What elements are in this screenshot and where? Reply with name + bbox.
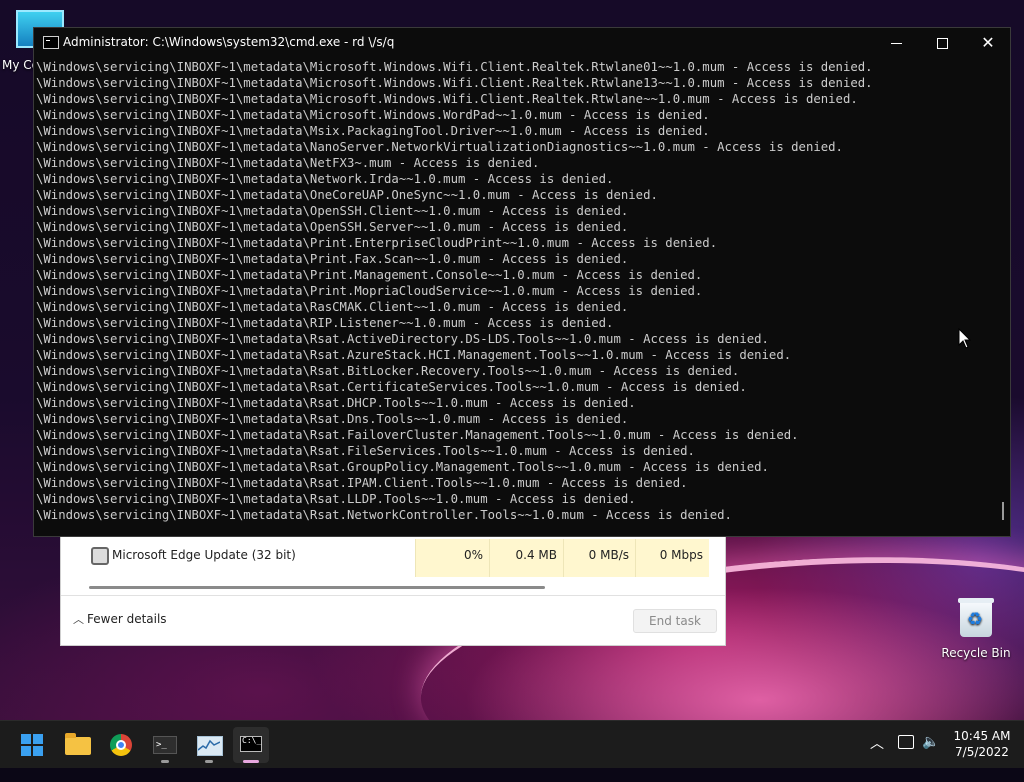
recycle-bin-icon: ♻ [958,598,994,638]
show-hidden-icons-chevron-icon[interactable]: ︿ [870,733,884,781]
console-line: \Windows\servicing\INBOXF~1\metadata\Rsa… [36,476,688,490]
console-line: \Windows\servicing\INBOXF~1\metadata\Rsa… [36,508,732,522]
process-cpu: 0% [415,539,489,577]
console-line: \Windows\servicing\INBOXF~1\metadata\Rsa… [36,396,636,410]
terminal-button[interactable]: >_ [147,727,183,763]
volume-icon[interactable]: 🔈 [922,734,939,782]
title-bar[interactable]: Administrator: C:\Windows\system32\cmd.e… [34,28,1010,58]
console-line: \Windows\servicing\INBOXF~1\metadata\Rsa… [36,348,792,362]
console-line: \Windows\servicing\INBOXF~1\metadata\Rsa… [36,332,769,346]
cmd-icon: C:\_ [240,736,262,752]
console-line: \Windows\servicing\INBOXF~1\metadata\Ope… [36,204,629,218]
console-line: \Windows\servicing\INBOXF~1\metadata\Rsa… [36,460,769,474]
console-line: \Windows\servicing\INBOXF~1\metadata\Mic… [36,60,873,74]
process-memory: 0.4 MB [489,539,563,577]
console-line: \Windows\servicing\INBOXF~1\metadata\Pri… [36,284,703,298]
vertical-scrollbar-thumb[interactable] [1002,502,1004,520]
cmd-window[interactable]: Administrator: C:\Windows\system32\cmd.e… [33,27,1011,537]
cmd-taskbar-button[interactable]: C:\_ [233,727,269,763]
taskbar: >_ C:\_ ︿ 🔈 10:45 AM 7/5/2022 [0,720,1024,768]
console-line: \Windows\servicing\INBOXF~1\metadata\Rsa… [36,428,799,442]
clock-date: 7/5/2022 [955,745,1009,759]
console-line: \Windows\servicing\INBOXF~1\metadata\Pri… [36,252,629,266]
console-line: \Windows\servicing\INBOXF~1\metadata\Rsa… [36,492,636,506]
minimize-icon [890,42,902,44]
file-explorer-button[interactable] [59,727,95,763]
chrome-icon [110,734,132,756]
task-manager-icon [197,736,223,756]
fewer-details-label: Fewer details [87,612,167,626]
console-line: \Windows\servicing\INBOXF~1\metadata\Pri… [36,268,703,282]
process-disk: 0 MB/s [563,539,635,577]
maximize-icon [936,37,948,49]
network-icon[interactable] [898,735,914,749]
console-line: \Windows\servicing\INBOXF~1\metadata\One… [36,188,658,202]
clock-time: 10:45 AM [953,729,1011,743]
process-name: Microsoft Edge Update (32 bit) [112,548,296,562]
folder-icon [65,733,91,755]
console-line: \Windows\servicing\INBOXF~1\metadata\Mic… [36,76,873,90]
recycle-bin-desktop-icon[interactable]: ♻ Recycle Bin [940,598,1012,660]
console-line: \Windows\servicing\INBOXF~1\metadata\RIP… [36,316,614,330]
mouse-cursor-icon [958,328,972,349]
divider [61,595,725,596]
start-button[interactable] [14,727,50,763]
console-line: \Windows\servicing\INBOXF~1\metadata\Pri… [36,236,718,250]
clock[interactable]: 10:45 AM 7/5/2022 [950,728,1014,776]
maximize-button[interactable] [919,28,965,58]
cmd-app-icon [43,36,59,49]
console-line: \Windows\servicing\INBOXF~1\metadata\Mic… [36,108,710,122]
console-output[interactable]: \Windows\servicing\INBOXF~1\metadata\Mic… [36,59,994,529]
console-line: \Windows\servicing\INBOXF~1\metadata\Rsa… [36,364,740,378]
console-line: \Windows\servicing\INBOXF~1\metadata\Rsa… [36,380,747,394]
task-manager-running-indicator [205,760,213,763]
console-line: \Windows\servicing\INBOXF~1\metadata\Nan… [36,140,843,154]
task-manager-window: Microsoft Edge Update (32 bit) 0% 0.4 MB… [60,530,726,646]
horizontal-scrollbar[interactable] [89,586,545,589]
edge-update-process-icon [91,547,109,565]
end-task-button[interactable]: End task [633,609,717,633]
console-line: \Windows\servicing\INBOXF~1\metadata\Mic… [36,92,858,106]
task-manager-button[interactable] [191,727,227,763]
console-line: \Windows\servicing\INBOXF~1\metadata\Rsa… [36,412,629,426]
process-network: 0 Mbps [635,539,709,577]
fewer-details-button[interactable]: ︿ Fewer details [73,611,167,627]
console-line: \Windows\servicing\INBOXF~1\metadata\Rsa… [36,444,695,458]
chevron-up-icon: ︿ [73,613,84,626]
terminal-running-indicator [161,760,169,763]
console-line: \Windows\servicing\INBOXF~1\metadata\Net… [36,156,540,170]
console-line: \Windows\servicing\INBOXF~1\metadata\Ras… [36,300,629,314]
cmd-active-indicator [243,760,259,763]
console-line: \Windows\servicing\INBOXF~1\metadata\Msi… [36,124,710,138]
console-line: \Windows\servicing\INBOXF~1\metadata\Net… [36,172,614,186]
close-icon: ✕ [981,33,995,52]
close-button[interactable]: ✕ [965,28,1011,58]
recycle-bin-label: Recycle Bin [941,646,1011,660]
console-line: \Windows\servicing\INBOXF~1\metadata\Ope… [36,220,629,234]
windows-logo-icon [21,734,31,744]
minimize-button[interactable] [873,28,919,58]
process-row[interactable]: Microsoft Edge Update (32 bit) 0% 0.4 MB… [61,539,725,577]
terminal-icon: >_ [153,736,177,754]
window-title: Administrator: C:\Windows\system32\cmd.e… [63,35,395,49]
chrome-button[interactable] [103,727,139,763]
